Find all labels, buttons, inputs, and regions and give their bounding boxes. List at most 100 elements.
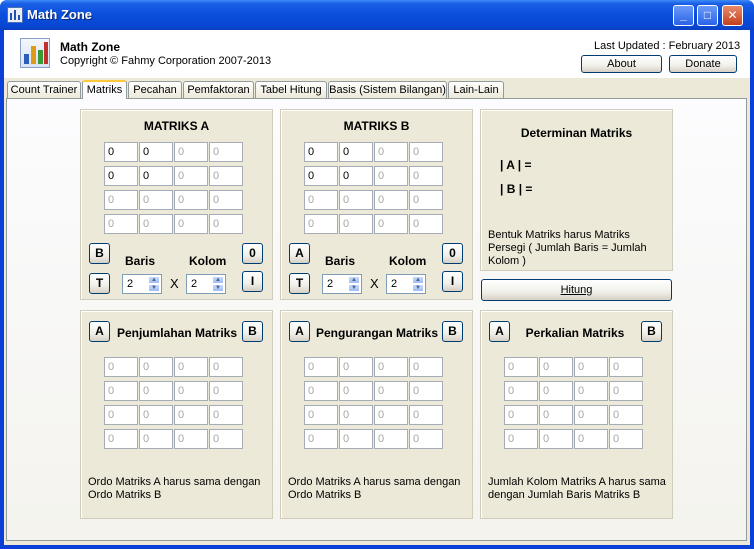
window-title: Math Zone [27,7,92,22]
minimize-button[interactable]: _ [673,5,694,26]
perkalian-cell-r1c3: 0 [609,381,643,401]
matriks-b-cell-r0c2: 0 [374,142,408,162]
hitung-button[interactable]: Hitung [481,279,672,301]
perkalian-title: Perkalian Matriks [525,326,625,340]
matriks-b-kolom-spinner[interactable]: 2 ▲ ▼ [386,274,426,294]
matriks-b-a-button[interactable]: A [289,243,310,264]
penjumlahan-cell-r3c2: 0 [174,429,208,449]
matriks-b-transpose-button[interactable]: T [289,273,310,294]
spin-down-icon[interactable]: ▼ [212,284,224,292]
spin-up-icon[interactable]: ▲ [212,276,224,284]
penjumlahan-b-button[interactable]: B [242,321,263,342]
matriks-a-cell-r2c0: 0 [104,190,138,210]
matriks-b-cell-r2c3: 0 [409,190,443,210]
penjumlahan-a-button[interactable]: A [89,321,110,342]
penjumlahan-cell-r0c2: 0 [174,357,208,377]
spin-down-icon[interactable]: ▼ [348,284,360,292]
matriks-a-transpose-button[interactable]: T [89,273,110,294]
penjumlahan-cell-r1c3: 0 [209,381,243,401]
matriks-a-cell-r3c2: 0 [174,214,208,234]
perkalian-b-button[interactable]: B [641,321,662,342]
perkalian-cell-r3c2: 0 [574,429,608,449]
matriks-b-cell-r1c1[interactable]: 0 [339,166,373,186]
matriks-b-cell-r3c0: 0 [304,214,338,234]
perkalian-cell-r0c0: 0 [504,357,538,377]
tab-matriks[interactable]: Matriks [82,80,127,99]
perkalian-a-button[interactable]: A [489,321,510,342]
spin-up-icon[interactable]: ▲ [148,276,160,284]
perkalian-cell-r2c3: 0 [609,405,643,425]
spin-down-icon[interactable]: ▼ [148,284,160,292]
tab-pecahan[interactable]: Pecahan [128,81,182,98]
matriks-a-identity-button[interactable]: I [242,271,263,292]
matriks-b-cell-r3c2: 0 [374,214,408,234]
tab-pemfaktoran[interactable]: Pemfaktoran [183,81,254,98]
spinner-value: 2 [191,278,198,290]
penjumlahan-cell-r0c1: 0 [139,357,173,377]
penjumlahan-cell-r1c0: 0 [104,381,138,401]
donate-button[interactable]: Donate [669,55,737,73]
pengurangan-b-button[interactable]: B [442,321,463,342]
matriks-a-cell-r1c2: 0 [174,166,208,186]
pengurangan-cell-r1c3: 0 [409,381,443,401]
matriks-b-cell-r2c0: 0 [304,190,338,210]
matriks-b-cell-r0c0[interactable]: 0 [304,142,338,162]
spin-up-icon[interactable]: ▲ [412,276,424,284]
matriks-b-baris-spinner[interactable]: 2 ▲ ▼ [322,274,362,294]
matriks-a-kolom-spinner[interactable]: 2 ▲ ▼ [186,274,226,294]
matriks-a-baris-spinner[interactable]: 2 ▲ ▼ [122,274,162,294]
penjumlahan-cell-r2c2: 0 [174,405,208,425]
matriks-a-cell-r0c0[interactable]: 0 [104,142,138,162]
pengurangan-cell-r2c1: 0 [339,405,373,425]
matriks-a-zero-button[interactable]: 0 [242,243,263,264]
pengurangan-cell-r0c0: 0 [304,357,338,377]
tab-basis[interactable]: Basis (Sistem Bilangan) [328,81,447,98]
tab-tabel-hitung[interactable]: Tabel Hitung [255,81,327,98]
penjumlahan-cell-r0c3: 0 [209,357,243,377]
matriks-b-cell-r1c2: 0 [374,166,408,186]
matriks-a-title: MATRIKS A [143,119,210,133]
perkalian-cell-r2c1: 0 [539,405,573,425]
pengurangan-note: Ordo Matriks A harus sama dengan Ordo Ma… [288,476,461,501]
pengurangan-cell-r1c0: 0 [304,381,338,401]
spin-up-icon[interactable]: ▲ [348,276,360,284]
spin-down-icon[interactable]: ▼ [412,284,424,292]
about-button[interactable]: About [581,55,662,73]
matriks-b-cell-r1c0[interactable]: 0 [304,166,338,186]
penjumlahan-title: Penjumlahan Matriks [116,326,238,340]
pengurangan-cell-r3c1: 0 [339,429,373,449]
close-button[interactable]: ✕ [722,5,743,26]
matriks-a-b-button[interactable]: B [89,243,110,264]
matriks-a-cell-r1c3: 0 [209,166,243,186]
title-bar[interactable] [0,0,754,30]
matriks-a-cell-r1c0[interactable]: 0 [104,166,138,186]
matriks-b-identity-button[interactable]: I [442,271,463,292]
matriks-b-cell-r3c1: 0 [339,214,373,234]
spinner-value: 2 [327,278,334,290]
perkalian-cell-r3c1: 0 [539,429,573,449]
pengurangan-a-button[interactable]: A [289,321,310,342]
app-name: Math Zone [60,40,120,54]
matriks-b-zero-button[interactable]: 0 [442,243,463,264]
penjumlahan-cell-r3c1: 0 [139,429,173,449]
tab-lain-lain[interactable]: Lain-Lain [448,81,504,98]
pengurangan-cell-r2c0: 0 [304,405,338,425]
matriks-a-kolom-label: Kolom [189,254,227,268]
perkalian-cell-r2c0: 0 [504,405,538,425]
matriks-b-cell-r0c3: 0 [409,142,443,162]
perkalian-cell-r0c2: 0 [574,357,608,377]
penjumlahan-cell-r2c0: 0 [104,405,138,425]
matriks-a-cell-r0c1[interactable]: 0 [139,142,173,162]
matriks-a-baris-label: Baris [125,254,156,268]
matriks-b-cell-r0c1[interactable]: 0 [339,142,373,162]
tab-count-trainer[interactable]: Count Trainer [7,81,81,98]
perkalian-cell-r3c3: 0 [609,429,643,449]
det-a-label: | A | = [500,158,532,172]
maximize-button[interactable]: □ [697,5,718,26]
copyright-text: Copyright © Fahmy Corporation 2007-2013 [60,55,272,67]
matriks-a-cell-r1c1[interactable]: 0 [139,166,173,186]
matriks-a-cell-r2c3: 0 [209,190,243,210]
penjumlahan-cell-r0c0: 0 [104,357,138,377]
app-icon[interactable] [7,7,23,23]
matriks-a-cell-r2c2: 0 [174,190,208,210]
